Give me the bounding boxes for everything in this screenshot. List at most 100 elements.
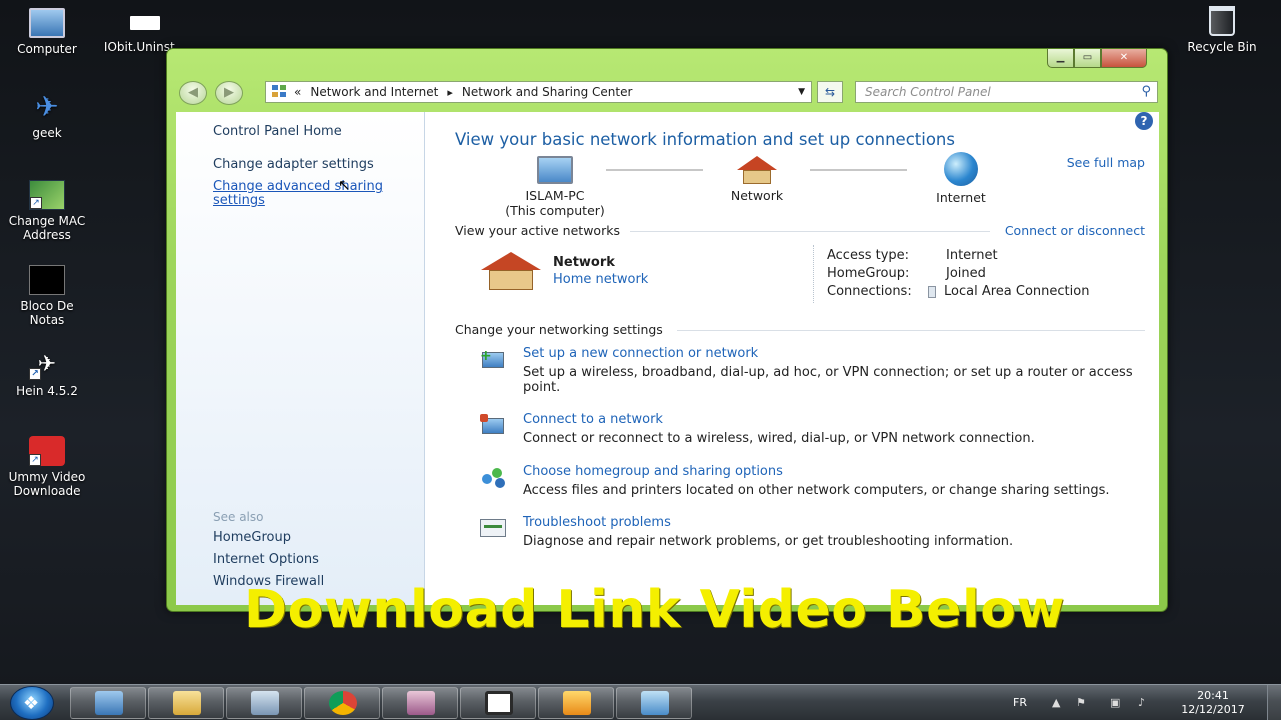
main-content: ? View your basic network information an… xyxy=(425,112,1159,605)
start-button[interactable] xyxy=(10,686,54,720)
homegroup-joined-link[interactable]: Joined xyxy=(946,266,986,281)
desktop-icon-label: Computer xyxy=(17,42,77,56)
close-button[interactable]: ✕ xyxy=(1101,49,1147,68)
tool-icon xyxy=(407,691,435,715)
globe-icon xyxy=(944,152,978,186)
access-type-value: Internet xyxy=(946,248,998,263)
address-dropdown-icon[interactable]: ▼ xyxy=(798,87,805,97)
desktop-icon-geek[interactable]: ✈ geek xyxy=(2,92,92,141)
taskbar-camtasia[interactable] xyxy=(460,687,536,719)
refresh-button[interactable]: ⇆ xyxy=(817,81,843,103)
taskbar-tool[interactable] xyxy=(382,687,458,719)
search-icon[interactable]: ⚲ xyxy=(1141,84,1151,99)
homegroup-link[interactable]: HomeGroup xyxy=(213,530,291,545)
connect-disconnect-link[interactable]: Connect or disconnect xyxy=(1005,223,1145,238)
maximize-button[interactable]: ▭ xyxy=(1074,49,1101,68)
help-icon[interactable]: ? xyxy=(1135,112,1153,130)
desktop-icon-change-mac[interactable]: ↗ Change MAC Address xyxy=(2,180,92,242)
map-node-computer[interactable]: ISLAM-PC (This computer) xyxy=(485,156,625,218)
forward-button[interactable]: ▶ xyxy=(215,81,243,105)
show-desktop-button[interactable] xyxy=(1267,685,1281,720)
network-sharing-center-window: ▁ ▭ ✕ ◀ ▶ « Network and Internet ▸ Netwo… xyxy=(166,48,1168,612)
see-also-heading: See also xyxy=(213,510,264,524)
folder-icon xyxy=(173,691,201,715)
change-advanced-sharing-link[interactable]: Change advanced sharing settings xyxy=(213,180,393,208)
address-bar[interactable]: « Network and Internet ▸ Network and Sha… xyxy=(265,81,812,103)
volume-icon[interactable]: ♪ xyxy=(1138,696,1152,709)
computer-icon xyxy=(95,691,123,715)
troubleshoot-link[interactable]: Troubleshoot problems xyxy=(523,515,671,530)
taskbar-chrome[interactable] xyxy=(304,687,380,719)
back-button[interactable]: ◀ xyxy=(179,81,207,105)
connect-to-network-link[interactable]: Connect to a network xyxy=(523,412,663,427)
taskbar-computer[interactable] xyxy=(70,687,146,719)
app-icon xyxy=(563,691,591,715)
troubleshoot-icon xyxy=(480,517,508,541)
change-adapter-settings-link[interactable]: Change adapter settings xyxy=(213,157,374,172)
language-indicator[interactable]: FR xyxy=(1013,696,1027,709)
house-icon xyxy=(737,156,777,170)
computer-icon xyxy=(29,8,65,38)
map-node-network[interactable]: Network xyxy=(707,156,807,203)
internet-label: Internet xyxy=(936,190,986,205)
shortcut-arrow-icon: ↗ xyxy=(29,454,41,466)
taskbar-app[interactable] xyxy=(538,687,614,719)
internet-options-link[interactable]: Internet Options xyxy=(213,552,319,567)
taskbar: FR ▲ ⚑ ▣ ♪ 20:41 12/12/2017 xyxy=(0,684,1281,720)
local-area-connection-link[interactable]: Local Area Connection xyxy=(928,284,1089,299)
desktop-icon-label: Hein 4.5.2 xyxy=(16,384,78,398)
hein-app-icon: ✈ ↗ xyxy=(29,350,65,380)
desktop-icon-ummy[interactable]: ↗ Ummy Video Downloade xyxy=(2,436,92,498)
homegroup-sharing-link[interactable]: Choose homegroup and sharing options xyxy=(523,464,783,479)
desktop-icon-bloco[interactable]: Bloco De Notas xyxy=(2,265,92,327)
desktop-icon-label: geek xyxy=(32,126,62,140)
notepad-console-icon xyxy=(29,265,65,295)
access-type-label: Access type: xyxy=(827,248,910,263)
control-panel-home-link[interactable]: Control Panel Home xyxy=(213,124,342,139)
map-connector xyxy=(810,169,907,171)
map-node-internet[interactable]: Internet xyxy=(911,152,1011,205)
search-input[interactable]: Search Control Panel ⚲ xyxy=(855,81,1158,103)
breadcrumb-overflow[interactable]: « xyxy=(294,85,301,99)
desktop-icon-hein[interactable]: ✈ ↗ Hein 4.5.2 xyxy=(2,350,92,398)
ethernet-icon xyxy=(928,285,936,298)
breadcrumb-separator[interactable]: ▸ xyxy=(447,86,453,99)
desktop-icon-recycle-bin[interactable]: Recycle Bin xyxy=(1177,6,1267,54)
breadcrumb-network-internet[interactable]: Network and Internet xyxy=(310,85,438,99)
breadcrumb-sharing-center[interactable]: Network and Sharing Center xyxy=(462,85,633,99)
tray-expand-icon[interactable]: ▲ xyxy=(1052,696,1066,709)
shortcut-arrow-icon: ↗ xyxy=(30,197,42,209)
network-label: Network xyxy=(730,188,784,203)
desktop-icon-label: Recycle Bin xyxy=(1187,40,1257,54)
taskbar-explorer[interactable] xyxy=(148,687,224,719)
map-connector xyxy=(606,169,703,171)
connection-name: Local Area Connection xyxy=(944,284,1090,299)
see-full-map-link[interactable]: See full map xyxy=(1067,155,1145,170)
window-controls: ▁ ▭ ✕ xyxy=(1047,49,1147,69)
desktop-icon-label: Bloco De Notas xyxy=(20,299,74,327)
computer-icon xyxy=(537,156,573,184)
setup-connection-link[interactable]: Set up a new connection or network xyxy=(523,346,758,361)
change-mac-icon: ↗ xyxy=(29,180,65,210)
minimize-button[interactable]: ▁ xyxy=(1047,49,1074,68)
taskbar-control-panel[interactable] xyxy=(616,687,692,719)
homegroup-icon xyxy=(480,466,508,490)
active-networks-heading: View your active networks xyxy=(455,223,620,238)
active-network-name: Network xyxy=(553,255,615,270)
taskbar-network[interactable] xyxy=(226,687,302,719)
task-description: Set up a wireless, broadband, dial-up, a… xyxy=(523,365,1133,395)
page-title: View your basic network information and … xyxy=(455,130,955,149)
network-tray-icon[interactable]: ▣ xyxy=(1110,696,1124,709)
system-clock[interactable]: 20:41 12/12/2017 xyxy=(1178,689,1248,717)
new-connection-icon: + xyxy=(480,348,508,372)
desktop-icon-computer[interactable]: Computer xyxy=(2,8,92,56)
change-settings-heading: Change your networking settings xyxy=(455,322,663,337)
ummy-video-icon: ↗ xyxy=(29,436,65,466)
divider xyxy=(813,245,814,303)
desktop-icon-label: Ummy Video Downloade xyxy=(8,470,86,498)
control-panel-icon xyxy=(641,691,669,715)
action-center-icon[interactable]: ⚑ xyxy=(1076,696,1090,709)
chrome-icon xyxy=(329,691,357,715)
network-type-link[interactable]: Home network xyxy=(553,272,648,287)
search-placeholder: Search Control Panel xyxy=(865,85,991,99)
